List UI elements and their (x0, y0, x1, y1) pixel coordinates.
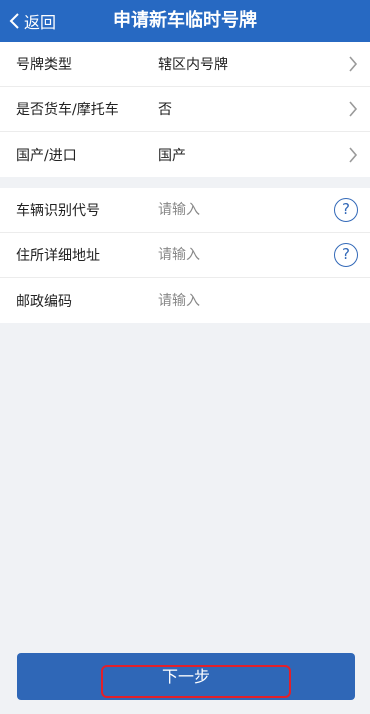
vin-input[interactable] (156, 196, 316, 224)
truck-motorcycle-label: 是否货车/摩托车 (16, 102, 119, 118)
help-icon[interactable]: ? (334, 243, 358, 267)
postal-code-input[interactable] (156, 286, 316, 315)
origin-label: 国产/进口 (16, 147, 77, 164)
vehicle-info-section: 车辆识别代号 ? 住所详细地址 ? 邮政编码 (0, 188, 370, 323)
plate-type-row[interactable]: 号牌类型 辖区内号牌 (0, 42, 370, 87)
origin-row[interactable]: 国产/进口 国产 (0, 132, 370, 177)
top-bar: 返回 申请新车临时号牌 (0, 0, 370, 42)
address-row: 住所详细地址 ? (0, 233, 370, 278)
vehicle-type-section: 号牌类型 辖区内号牌 是否货车/摩托车 否 国产/进口 国产 (0, 42, 370, 177)
address-input[interactable] (156, 241, 316, 269)
chevron-right-icon (349, 56, 358, 72)
address-label: 住所详细地址 (16, 248, 100, 264)
postal-code-row: 邮政编码 (0, 278, 370, 323)
origin-value: 国产 (158, 147, 186, 164)
truck-motorcycle-value: 否 (158, 102, 172, 118)
help-icon[interactable]: ? (334, 198, 358, 222)
truck-motorcycle-row[interactable]: 是否货车/摩托车 否 (0, 87, 370, 132)
page-title: 申请新车临时号牌 (113, 10, 257, 31)
postal-code-label: 邮政编码 (16, 293, 72, 310)
plate-type-value: 辖区内号牌 (158, 57, 228, 73)
chevron-right-icon (349, 101, 358, 117)
chevron-right-icon (349, 146, 358, 163)
highlight-box (101, 665, 291, 698)
plate-type-label: 号牌类型 (16, 57, 72, 73)
vin-label: 车辆识别代号 (16, 203, 100, 219)
vin-row: 车辆识别代号 ? (0, 188, 370, 233)
